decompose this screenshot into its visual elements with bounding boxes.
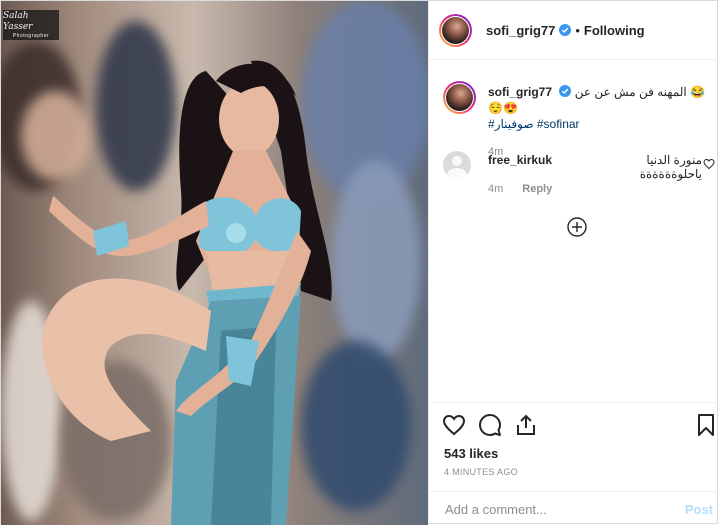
bookmark-icon[interactable] (694, 413, 718, 437)
avatar-image (446, 84, 473, 111)
heart-icon[interactable] (442, 413, 466, 437)
comment-text: منورة الدنيا ياحلوةةةةةة (639, 153, 702, 181)
likes-count[interactable]: 543 likes (444, 446, 498, 461)
photo-dancer-figure (42, 60, 332, 525)
post-timestamp: 4 MINUTES AGO (444, 467, 518, 477)
add-comment-bar: Post (429, 491, 718, 526)
post-side-panel: sofi_grig77 • Following sofi_grig77 المه… (428, 1, 718, 525)
post-actions: 543 likes 4 MINUTES AGO Post (429, 402, 718, 525)
caption-avatar[interactable] (443, 81, 476, 114)
post-photo[interactable]: Salah Yasser Photographer (1, 1, 428, 525)
author-avatar[interactable] (439, 13, 472, 47)
avatar-placeholder-body (447, 168, 467, 179)
comments-section: sofi_grig77 المهنه فن مش عن عن 😂😌😍 #صوفي… (429, 61, 718, 401)
caption-text: sofi_grig77 المهنه فن مش عن عن 😂😌😍 #صوفي… (488, 84, 713, 160)
following-button[interactable]: Following (584, 23, 645, 38)
reply-button[interactable]: Reply (522, 183, 552, 195)
avatar-inner (441, 15, 470, 45)
commenter-avatar[interactable] (443, 151, 471, 179)
comment-icon[interactable] (478, 413, 502, 437)
author-username[interactable]: sofi_grig77 (486, 23, 555, 38)
comment-input[interactable] (443, 501, 667, 518)
watermark-subtitle: Photographer (12, 32, 50, 39)
commenter-username[interactable]: free_kirkuk (488, 153, 552, 167)
post-comment-button[interactable]: Post (685, 502, 713, 517)
photographer-watermark: Salah Yasser Photographer (3, 10, 59, 40)
avatar-placeholder-head (452, 156, 462, 166)
comment-like-heart-icon[interactable] (703, 158, 715, 170)
verified-badge-icon (559, 85, 572, 97)
comment-time: 4m (488, 183, 504, 195)
post-header: sofi_grig77 • Following (429, 1, 718, 60)
plus-circle-icon[interactable] (567, 217, 587, 237)
caption-hashtags[interactable]: #صوفينار #sofinar (488, 117, 580, 131)
share-icon[interactable] (514, 413, 538, 437)
comment-meta: 4m Reply (488, 183, 552, 195)
caption-username[interactable]: sofi_grig77 (488, 85, 552, 99)
header-separator: • (575, 22, 580, 38)
verified-badge-icon (559, 24, 572, 36)
instagram-post: Salah Yasser Photographer sofi_grig77 • … (0, 0, 718, 525)
watermark-name: Salah Yasser (3, 10, 33, 32)
avatar-image (442, 16, 469, 44)
avatar-inner (445, 83, 474, 112)
